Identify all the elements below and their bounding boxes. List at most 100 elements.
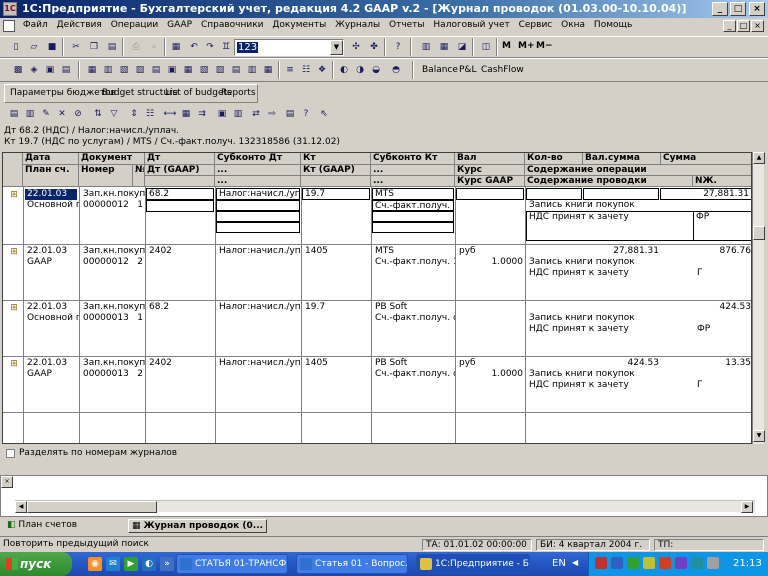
menu-service[interactable]: Сервис	[516, 18, 556, 32]
paste-icon[interactable]: ▤	[104, 39, 120, 55]
cell-operation-content[interactable]: Запись книги покупок	[527, 257, 693, 268]
cell-number[interactable]: 00000013	[81, 313, 133, 324]
mdi-minimize-button[interactable]: _	[723, 20, 736, 32]
tax-icon[interactable]: ◒	[368, 62, 384, 78]
hierarchy-icon[interactable]: ☷	[142, 106, 158, 122]
desktop-icon[interactable]: ◐	[142, 557, 156, 571]
cell-plan[interactable]: GAAP	[25, 257, 79, 268]
pointer-help-icon[interactable]: ⇖	[316, 106, 332, 122]
header-amount[interactable]: Сумма	[661, 153, 751, 165]
app-logo-icon[interactable]: 1С	[3, 2, 17, 16]
cell-plan[interactable]: GAAP	[25, 369, 79, 380]
browser-icon[interactable]: ◉	[88, 557, 102, 571]
cell-date[interactable]: 22.01.03	[25, 189, 77, 200]
print-icon[interactable]: ⎙	[128, 39, 144, 55]
calendar-icon[interactable]: ▦	[168, 39, 184, 55]
post-icon[interactable]: ⇅	[90, 106, 106, 122]
scroll-thumb[interactable]	[753, 226, 765, 240]
cell-number[interactable]: 00000012	[81, 257, 133, 268]
cell-operation-content[interactable]: Запись книги покупок	[527, 200, 693, 211]
menu-gaap[interactable]: GAAP	[164, 18, 195, 32]
bank-icon[interactable]: ▤	[148, 62, 164, 78]
preview-icon[interactable]: ⌕	[146, 39, 162, 55]
header-subconto-credit-gaap[interactable]: ...	[371, 176, 455, 187]
header-subconto-debit-more[interactable]: ...	[215, 165, 301, 176]
header-quantity[interactable]: Кол-во	[525, 153, 583, 165]
header-currency-amount[interactable]: Вал.сумма	[583, 153, 661, 165]
export-icon[interactable]: ◑	[352, 62, 368, 78]
quick-launch-more-icon[interactable]: »	[160, 557, 174, 571]
cell-currency[interactable]	[456, 188, 524, 200]
chevron-left-icon[interactable]: ◀	[572, 558, 578, 567]
table-scrollbar[interactable]: ▲ ▼	[752, 152, 765, 444]
cell-line[interactable]: 1	[133, 313, 145, 324]
cell-quantity[interactable]	[526, 188, 582, 200]
header-debit[interactable]: Дт	[145, 153, 215, 165]
cell-line[interactable]: 2	[133, 257, 145, 268]
cell-date[interactable]: 22.01.03	[25, 302, 79, 313]
document-icon[interactable]	[3, 20, 15, 32]
interval-icon[interactable]: ⟷	[162, 106, 178, 122]
taskbar-item-1c[interactable]: 1С:Предприятие - Б...	[416, 554, 530, 574]
cell-line[interactable]: 1	[133, 200, 145, 211]
cashflow-button[interactable]: CashFlow	[481, 65, 524, 75]
cell-subconto-credit-3[interactable]	[372, 211, 454, 222]
documents-icon[interactable]: ▨	[132, 62, 148, 78]
header-entry-content[interactable]: Содержание проводки	[525, 176, 693, 187]
cell-subconto-debit-2[interactable]	[216, 200, 300, 211]
undo-icon[interactable]: ↶	[186, 39, 202, 55]
scroll-left-icon[interactable]: ◀	[15, 501, 27, 513]
volume-icon[interactable]	[691, 557, 703, 569]
pl-button[interactable]: P&L	[459, 65, 476, 75]
cell-document[interactable]: Зап.кн.покуп.	[81, 246, 145, 257]
purchase-icon[interactable]: ▨	[212, 62, 228, 78]
sales-icon[interactable]: ▧	[196, 62, 212, 78]
transactions-icon[interactable]: ▥	[100, 62, 116, 78]
copy-row-icon[interactable]: ▥	[22, 106, 38, 122]
cell-debit[interactable]: 2402	[147, 246, 215, 257]
cell-amount[interactable]: 424.53	[661, 302, 752, 313]
filter-icon[interactable]: ▽	[106, 106, 122, 122]
cell-document[interactable]: Зап.кн.покуп.	[81, 189, 145, 200]
menu-help[interactable]: Помощь	[591, 18, 635, 32]
taskbar-item-article[interactable]: СТАТЬЯ 01-ТРАНСФ...	[176, 554, 288, 574]
cell-credit[interactable]: 1405	[303, 246, 371, 257]
open-icon[interactable]: ▱	[26, 39, 42, 55]
assets-icon[interactable]: ▥	[244, 62, 260, 78]
turnover-icon[interactable]: ☷	[298, 62, 314, 78]
cell-subconto-credit[interactable]: PB Soft	[373, 358, 455, 369]
cell-number[interactable]: 00000012	[81, 200, 133, 211]
delete-row-icon[interactable]: ✕	[54, 106, 70, 122]
cell-subconto-credit-2[interactable]: Сч.-факт.получ. с/ПА	[373, 313, 455, 324]
header-document[interactable]: Документ	[79, 153, 145, 165]
arrow-right-icon[interactable]: ⇨	[264, 106, 280, 122]
cell-subconto-credit-2[interactable]: Сч.-факт.получ. 1323	[372, 200, 454, 211]
cell-line[interactable]: 2	[133, 369, 145, 380]
cell-credit[interactable]: 1405	[303, 358, 371, 369]
header-journal-number[interactable]: NЖ.	[693, 176, 751, 187]
antivirus-icon[interactable]	[595, 557, 607, 569]
cell-subconto-debit[interactable]: Налог:начисл./уплач	[217, 246, 301, 257]
cash-icon[interactable]: ▣	[164, 62, 180, 78]
header-subconto-debit[interactable]: Субконто Дт	[215, 153, 301, 165]
header-subconto-credit-more[interactable]: ...	[371, 165, 455, 176]
goods-icon[interactable]: ▤	[58, 62, 74, 78]
header-chart-of-accounts[interactable]: План сч.	[23, 165, 79, 187]
header-date[interactable]: Дата	[23, 153, 79, 165]
mdi-restore-button[interactable]: □	[737, 20, 750, 32]
message-panel[interactable]: × ◀ ▶	[0, 475, 768, 517]
sort-icon[interactable]: ⇕	[126, 106, 142, 122]
cell-document[interactable]: Зап.кн.покуп.	[81, 302, 145, 313]
media-icon[interactable]: ▶	[124, 557, 138, 571]
new-icon[interactable]: ▯	[8, 39, 24, 55]
network-icon[interactable]	[611, 557, 623, 569]
question-icon[interactable]: ?	[298, 106, 314, 122]
contractors-icon[interactable]: ▣	[42, 62, 58, 78]
menu-actions[interactable]: Действия	[54, 18, 105, 32]
report-icon[interactable]: ◐	[336, 62, 352, 78]
cell-currency-amount[interactable]: 424.53	[583, 358, 661, 369]
scroll-right-icon[interactable]: ▶	[741, 501, 753, 513]
cell-amount[interactable]: 13.35	[661, 358, 751, 369]
cell-currency[interactable]: руб	[457, 246, 525, 257]
cell-subconto-credit-2[interactable]: Сч.-факт.получ. 1323	[373, 257, 455, 268]
